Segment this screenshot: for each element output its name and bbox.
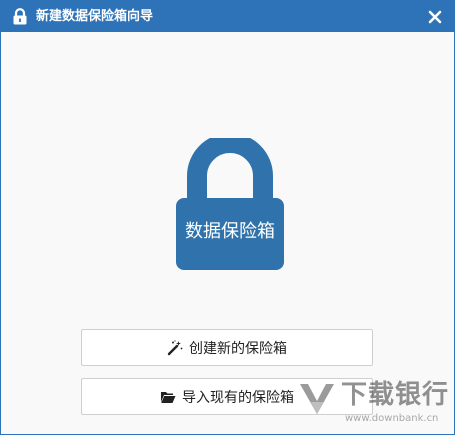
downbank-logo (300, 384, 334, 414)
folder-open-icon (161, 391, 176, 403)
lock-icon (13, 8, 27, 25)
wizard-window: 新建数据保险箱向导 数据保险箱 创建新的保险箱 导入现有的保险箱 下载银行 ww… (0, 0, 455, 435)
magic-wand-icon (167, 339, 183, 355)
import-vault-label: 导入现有的保险箱 (182, 389, 294, 406)
vault-label: 数据保险箱 (185, 221, 275, 242)
watermark-url: www.downbank.cn (345, 413, 439, 424)
close-icon[interactable] (424, 6, 446, 28)
window-title: 新建数据保险箱向导 (36, 9, 154, 24)
padlock-icon (176, 138, 284, 270)
watermark: 下载银行 www.downbank.cn (297, 376, 449, 431)
watermark-text: 下载银行 (341, 380, 450, 410)
create-vault-button[interactable]: 创建新的保险箱 (81, 329, 373, 366)
create-vault-label: 创建新的保险箱 (189, 340, 287, 357)
title-bar: 新建数据保险箱向导 (1, 1, 454, 32)
